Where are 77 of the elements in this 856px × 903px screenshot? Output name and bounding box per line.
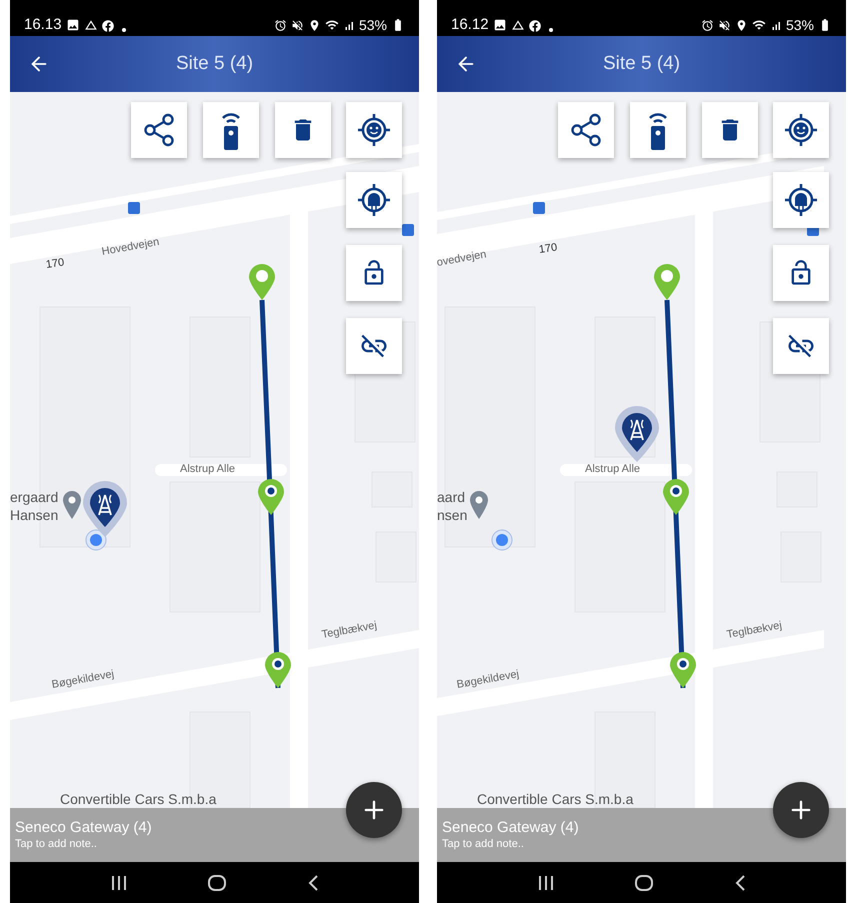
delete-button[interactable] xyxy=(702,102,758,158)
unlock-button[interactable] xyxy=(346,245,402,301)
facebook-icon xyxy=(102,20,114,32)
alarm-icon xyxy=(274,19,287,32)
facebook-icon xyxy=(528,20,541,32)
map-label: nsen xyxy=(437,508,468,522)
back-nav-icon[interactable] xyxy=(735,874,746,890)
mute-icon xyxy=(290,19,304,32)
map-pin-icon[interactable] xyxy=(670,652,696,688)
map-label: 170 xyxy=(538,242,558,256)
unlock-button[interactable] xyxy=(773,245,829,301)
home-icon[interactable] xyxy=(635,874,654,890)
map-label: Teglbækvej xyxy=(726,620,783,641)
map-label: Teglbækvej xyxy=(321,620,378,641)
bus-stop-icon xyxy=(533,202,545,214)
share-button[interactable] xyxy=(131,102,187,158)
target-face-button[interactable] xyxy=(346,102,402,158)
delete-button[interactable] xyxy=(275,102,331,158)
target-bulb-button[interactable] xyxy=(346,172,402,228)
map-label: Alstrup Alle xyxy=(585,464,640,475)
remote-button[interactable] xyxy=(630,102,686,158)
map-label: Hovedvejen xyxy=(101,237,160,258)
map-pin-icon[interactable] xyxy=(265,652,291,688)
sheet-note: Tap to add note.. xyxy=(15,838,98,852)
sheet-title: Seneco Gateway (4) xyxy=(15,818,153,838)
screen-title: Site 5 (4) xyxy=(176,52,254,76)
tower-marker-icon[interactable] xyxy=(615,406,659,462)
target-face-button[interactable] xyxy=(773,102,829,158)
bus-stop-icon xyxy=(128,202,140,214)
mute-icon xyxy=(718,19,731,32)
battery-text: 53% xyxy=(358,18,387,32)
map-label: Bøgekildevej xyxy=(456,669,520,691)
crosshair-bulb-icon xyxy=(358,184,390,216)
recent-apps-icon[interactable] xyxy=(538,876,554,890)
signal-icon xyxy=(770,20,782,32)
map-label: ergaard xyxy=(10,490,58,504)
target-bulb-button[interactable] xyxy=(773,172,829,228)
wifi-icon xyxy=(752,18,766,32)
image-icon xyxy=(66,18,80,32)
remote-button[interactable] xyxy=(203,102,259,158)
crosshair-face-icon xyxy=(358,114,390,146)
home-icon[interactable] xyxy=(208,874,226,890)
share-button[interactable] xyxy=(558,102,614,158)
recent-apps-icon[interactable] xyxy=(110,876,127,890)
sheet-title: Seneco Gateway (4) xyxy=(442,818,580,838)
map-label: Convertible Cars S.m.b.a xyxy=(60,792,216,806)
place-pin-icon xyxy=(470,491,488,519)
image-icon xyxy=(492,18,507,32)
map-label: aard xyxy=(437,490,466,504)
sheet-note: Tap to add note.. xyxy=(442,838,525,852)
triangle-icon xyxy=(84,18,98,32)
crosshair-face-icon xyxy=(785,114,817,146)
alarm-icon xyxy=(700,19,714,32)
clock-text: 16.12 xyxy=(451,17,489,32)
wifi-icon xyxy=(324,18,339,32)
tower-marker-icon[interactable] xyxy=(83,481,127,537)
triangle-icon xyxy=(510,18,525,32)
bus-stop-icon xyxy=(402,224,414,236)
location-dot-icon xyxy=(491,529,513,551)
map-label: Hansen xyxy=(10,508,58,522)
map-label: 170 xyxy=(45,258,65,271)
place-pin-icon xyxy=(63,491,81,519)
map-pin-icon[interactable] xyxy=(258,479,284,515)
map-pin-icon[interactable] xyxy=(663,479,689,515)
unlink-button[interactable] xyxy=(773,318,829,374)
screen-title: Site 5 (4) xyxy=(602,52,680,76)
map-label: Convertible Cars S.m.b.a xyxy=(477,792,634,806)
map-label: Bøgekildevej xyxy=(51,669,115,691)
location-icon xyxy=(308,19,321,32)
signal-icon xyxy=(342,20,355,32)
crosshair-bulb-icon xyxy=(785,184,817,216)
map-label: Alstrup Alle xyxy=(180,464,236,475)
battery-text: 53% xyxy=(786,18,814,32)
location-icon xyxy=(734,19,748,32)
back-nav-icon[interactable] xyxy=(308,874,318,890)
clock-text: 16.13 xyxy=(24,17,62,32)
unlink-button[interactable] xyxy=(346,318,402,374)
